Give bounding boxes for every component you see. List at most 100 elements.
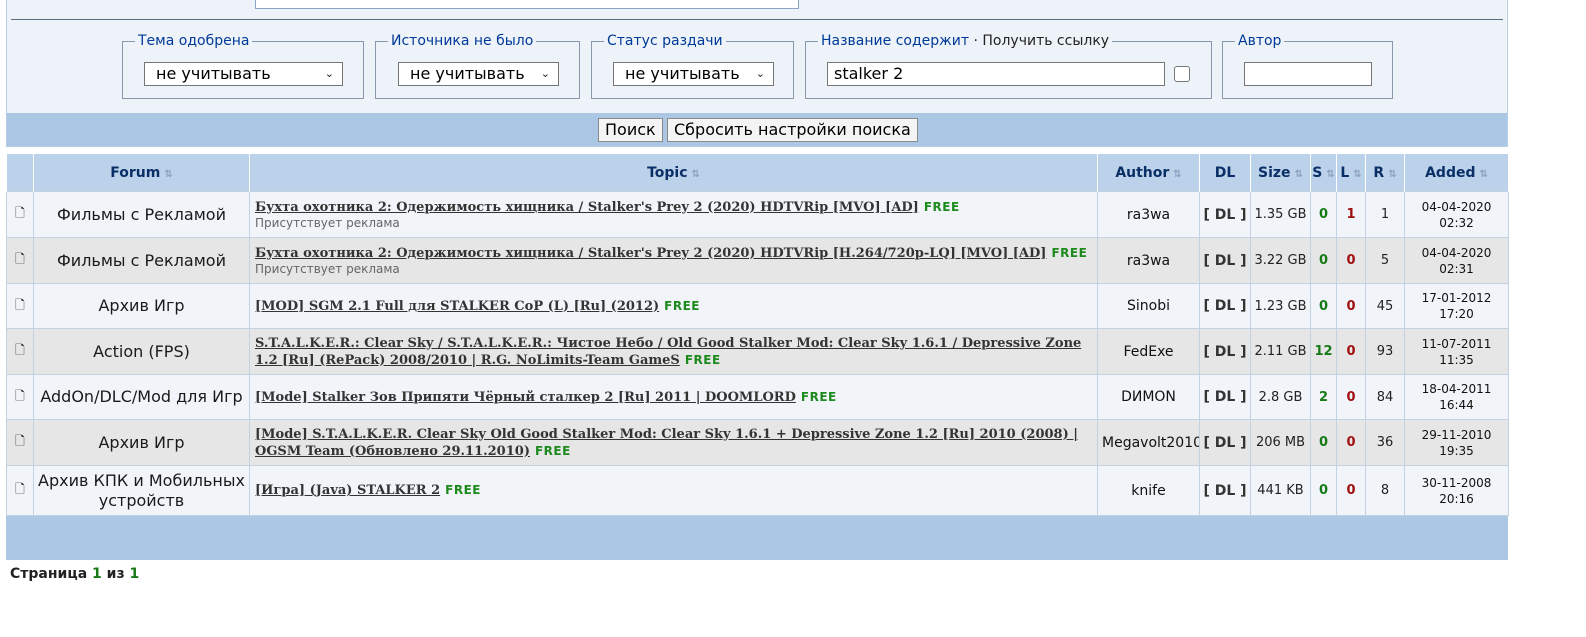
top-search-field[interactable] [255,0,799,9]
col-leechers-label: L [1340,164,1350,181]
filter-title: Название содержит · Получить ссылку stal… [805,33,1212,99]
free-badge: FREE [445,483,481,497]
author-link[interactable]: knife [1097,465,1200,516]
forum-link[interactable]: AddOn/DLC/Mod для Игр [33,374,250,420]
forum-link[interactable]: Архив Игр [33,283,250,329]
col-forum-header[interactable]: Forum ⇅ [33,154,250,192]
added-time: 20:16 [1439,491,1474,506]
free-badge: FREE [923,199,960,214]
col-author-label: Author [1115,164,1170,181]
author-link[interactable]: ra3wa [1097,191,1200,238]
leechers-count: 0 [1336,419,1366,466]
topic-link[interactable]: [MOD] SGM 2.1 Full для STALKER CoP (L) [… [255,299,659,314]
author-link[interactable]: FedExe [1097,328,1200,375]
forum-link[interactable]: Фильмы с Рекламой [33,191,250,238]
seeders-count: 0 [1310,465,1337,516]
sort-arrows-icon: ⇅ [1479,168,1488,180]
added-date: 04-04-2020 [1421,199,1492,214]
forum-link[interactable]: Архив КПК и Мобильных устройств [33,465,250,516]
pager-prefix: Страница [10,566,88,582]
table-header-row: Forum ⇅ Topic ⇅ Author ⇅ DL Size ⇅ S ⇅ L ⇅ R ⇅ … [6,154,1509,192]
search-button[interactable]: Поиск [598,118,663,142]
seeders-count: 0 [1310,419,1337,466]
col-seeders-header[interactable]: S ⇅ [1310,154,1337,192]
download-link[interactable]: [ DL ] [1199,374,1251,420]
topic-link[interactable]: Бухта охотника 2: Одержимость хищника / … [255,200,919,215]
forum-link[interactable]: Архив Игр [33,419,250,466]
forum-link[interactable]: Фильмы с Рекламой [33,237,250,284]
chevron-down-icon: ⌄ [540,67,550,80]
forum-link[interactable]: Action (FPS) [33,328,250,375]
col-seeders-label: S [1312,164,1323,181]
sort-arrows-icon: ⇅ [1388,168,1397,180]
col-added-header[interactable]: Added ⇅ [1404,154,1509,192]
no-source-select[interactable]: не учитывать ⌄ [398,62,559,86]
topic-link[interactable]: Бухта охотника 2: Одержимость хищника / … [255,246,1046,261]
author-link[interactable]: DИMON [1097,374,1200,420]
title-input[interactable]: stalker 2 [827,62,1165,86]
download-link[interactable]: [ DL ] [1199,237,1251,284]
author-input[interactable] [1244,62,1372,86]
added-cell: 11-07-2011 11:35 [1404,328,1509,375]
added-cell: 04-04-2020 02:31 [1404,237,1509,284]
replies-count: 84 [1365,374,1405,420]
added-cell: 17-01-2012 17:20 [1404,283,1509,329]
download-link[interactable]: [ DL ] [1199,191,1251,238]
download-link[interactable]: [ DL ] [1199,465,1251,516]
search-button-bar: Поиск Сбросить настройки поиска [7,113,1507,146]
col-size-header[interactable]: Size ⇅ [1250,154,1311,192]
approved-select[interactable]: не учитывать ⌄ [144,62,343,86]
seeders-count: 0 [1310,237,1337,284]
added-cell: 18-04-2011 16:44 [1404,374,1509,420]
leechers-count: 0 [1336,283,1366,329]
col-topic-header[interactable]: Topic ⇅ [249,154,1098,192]
added-date: 18-04-2011 [1421,382,1492,396]
pager-of: из [106,566,125,582]
author-link[interactable]: Sinobi [1097,283,1200,329]
file-icon: 🗋 [6,465,34,516]
added-time: 19:35 [1439,443,1474,458]
seeders-count: 0 [1310,283,1337,329]
leechers-count: 0 [1336,465,1366,516]
col-replies-label: R [1373,164,1385,181]
col-dl-label: DL [1214,164,1236,181]
col-added-label: Added [1425,164,1476,181]
col-dl-header: DL [1199,154,1251,192]
topic-cell: Бухта охотника 2: Одержимость хищника / … [249,237,1098,284]
filter-author: Автор [1222,33,1393,99]
file-icon: 🗋 [6,419,34,466]
title-checkbox[interactable] [1174,66,1190,82]
status-select-value: не учитывать [625,64,740,83]
added-cell: 30-11-2008 20:16 [1404,465,1509,516]
no-source-select-value: не учитывать [410,64,525,83]
added-time: 02:32 [1439,215,1474,230]
topic-cell: [Mode] S.T.A.L.K.E.R. Clear Sky Old Good… [249,419,1098,466]
chevron-down-icon: ⌄ [755,67,765,80]
author-link[interactable]: ra3wa [1097,237,1200,284]
col-leechers-header[interactable]: L ⇅ [1336,154,1366,192]
col-replies-header[interactable]: R ⇅ [1365,154,1405,192]
download-link[interactable]: [ DL ] [1199,328,1251,375]
sort-arrows-icon: ⇅ [1294,168,1303,180]
size-value: 2.11 GB [1250,328,1311,375]
leechers-count: 0 [1336,328,1366,375]
topic-link[interactable]: S.T.A.L.K.E.R.: Clear Sky / S.T.A.L.K.E.… [255,336,1081,368]
topic-cell: [MOD] SGM 2.1 Full для STALKER CoP (L) [… [249,283,1098,329]
status-select[interactable]: не учитывать ⌄ [613,62,774,86]
topic-link[interactable]: [Игра] (Java) STALKER 2 [255,483,440,498]
divider [11,19,1503,20]
download-link[interactable]: [ DL ] [1199,283,1251,329]
table-row: 🗋 Архив Игр [Mode] S.T.A.L.K.E.R. Clear … [6,419,1509,466]
topic-note: Присутствует реклама [255,261,400,276]
pager-current: 1 [92,566,102,582]
download-link[interactable]: [ DL ] [1199,419,1251,466]
reset-search-button[interactable]: Сбросить настройки поиска [667,118,918,142]
topic-link[interactable]: [Mode] S.T.A.L.K.E.R. Clear Sky Old Good… [255,427,1078,459]
sort-arrows-icon: ⇅ [691,168,700,180]
col-author-header[interactable]: Author ⇅ [1097,154,1200,192]
author-link[interactable]: Megavolt2010 [1097,419,1200,466]
replies-count: 93 [1365,328,1405,375]
topic-link[interactable]: [Mode] Stalker Зов Припяти Чёрный сталке… [255,390,796,405]
get-link[interactable]: Получить ссылку [982,33,1109,49]
chevron-down-icon: ⌄ [324,67,334,80]
